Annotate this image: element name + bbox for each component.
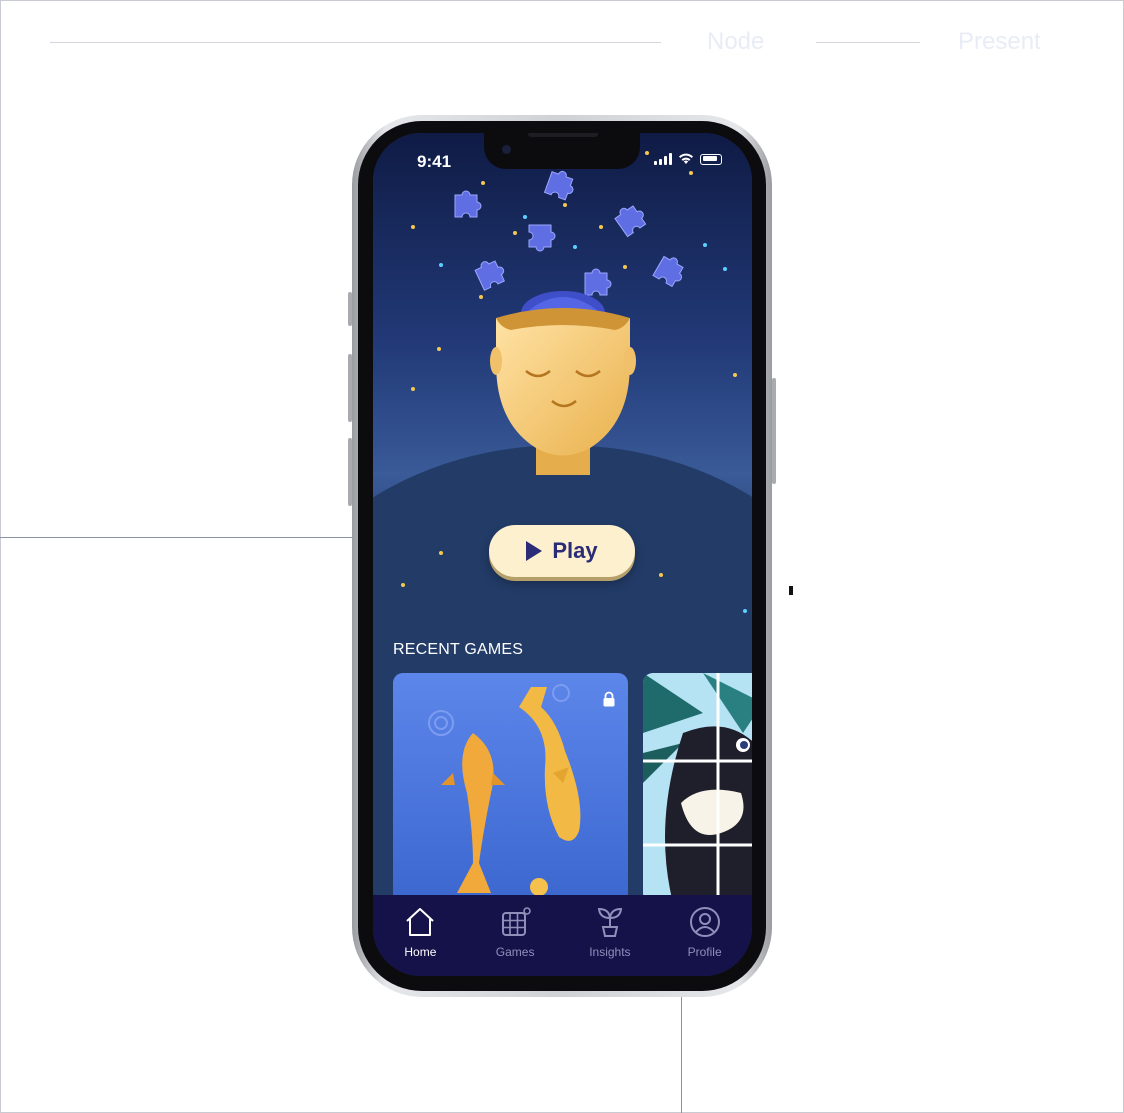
guide-line-right	[816, 42, 920, 43]
games-grid-icon	[502, 907, 531, 936]
star	[743, 609, 747, 613]
profile-icon	[689, 907, 720, 937]
guide-line-left	[50, 42, 661, 43]
connector-line-vertical	[681, 997, 682, 1113]
star	[513, 231, 517, 235]
star	[623, 265, 627, 269]
recent-games-title: RECENT GAMES	[393, 641, 524, 658]
tab-games[interactable]: Games	[468, 895, 563, 976]
mute-switch	[348, 292, 352, 326]
play-button[interactable]: Play	[489, 525, 635, 577]
power-button	[772, 378, 776, 484]
status-time: 9:41	[417, 152, 452, 171]
star	[689, 171, 693, 175]
plant-icon	[597, 907, 622, 937]
node-label[interactable]: Node	[707, 28, 764, 56]
recent-game-card-koi[interactable]	[393, 673, 628, 903]
tab-insights[interactable]: Insights	[563, 895, 658, 976]
home-icon	[406, 908, 435, 936]
star	[659, 573, 663, 577]
bottom-tab-bar: Home Games Insights Profile	[373, 895, 752, 976]
star	[437, 347, 441, 351]
star	[411, 387, 415, 391]
star	[439, 263, 443, 267]
connector-line-horizontal	[0, 537, 352, 538]
star	[563, 203, 567, 207]
text-cursor-mark	[789, 586, 793, 595]
tab-home-label: Home	[404, 945, 437, 959]
present-label[interactable]: Present	[958, 28, 1041, 56]
tab-home[interactable]: Home	[373, 895, 468, 976]
star	[479, 295, 483, 299]
star	[401, 583, 405, 587]
tab-profile-label: Profile	[687, 945, 722, 959]
volume-down-button	[348, 438, 352, 506]
tab-games-label: Games	[495, 945, 535, 959]
play-icon	[526, 541, 543, 561]
star	[733, 373, 737, 377]
lock-icon	[603, 691, 615, 707]
phone-screen: 9:41 Play RECENT GAMES Home Games Insigh…	[373, 133, 752, 976]
star	[573, 245, 577, 249]
meditating-head-illustration	[490, 291, 636, 475]
status-icons	[654, 153, 722, 165]
puzzle-piece-icon	[528, 224, 556, 252]
puzzle-piece-icon	[454, 190, 482, 218]
tab-profile[interactable]: Profile	[657, 895, 752, 976]
camera-icon	[502, 145, 511, 154]
cellular-signal-icon	[654, 153, 672, 165]
star	[411, 225, 415, 229]
phone-notch	[484, 133, 640, 169]
volume-up-button	[348, 354, 352, 422]
tab-insights-label: Insights	[589, 945, 631, 959]
star	[439, 551, 443, 555]
koi-fish-illustration	[428, 684, 581, 896]
wifi-icon	[679, 153, 693, 164]
battery-icon	[700, 153, 722, 165]
play-button-label: Play	[552, 538, 598, 563]
star	[645, 151, 649, 155]
star	[703, 243, 707, 247]
recent-game-card-toucan[interactable]	[643, 673, 752, 903]
star	[723, 267, 727, 271]
toucan-illustration	[643, 673, 752, 903]
star	[599, 225, 603, 229]
